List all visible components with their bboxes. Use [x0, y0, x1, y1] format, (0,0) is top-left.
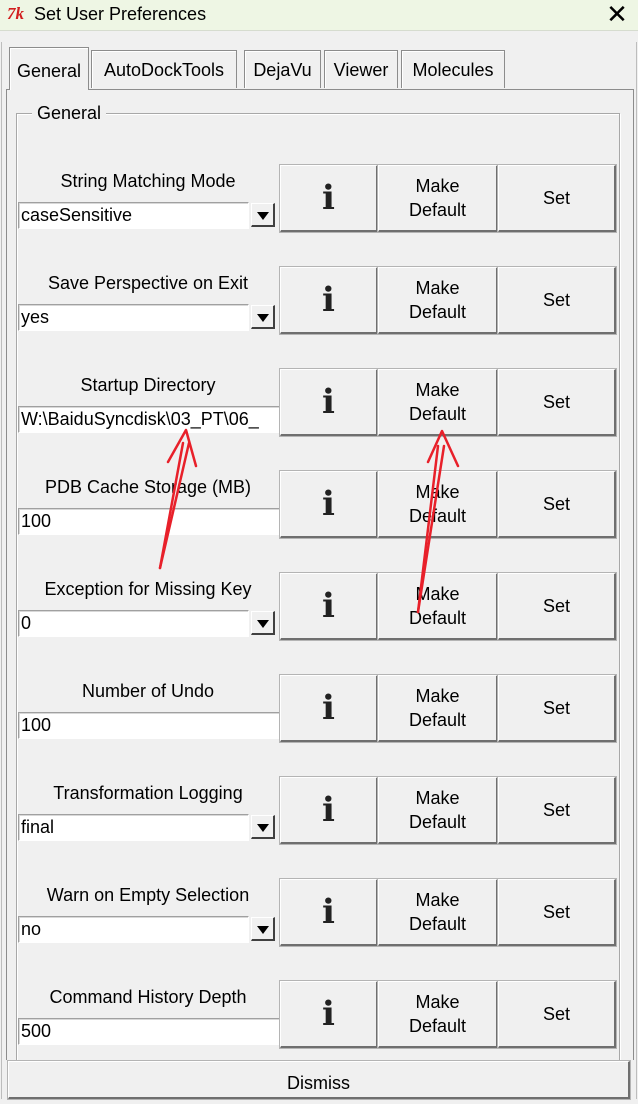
info-icon: i	[322, 790, 335, 830]
dropdown-button[interactable]	[251, 815, 275, 839]
info-icon: i	[322, 994, 335, 1034]
pref-label: Warn on Empty Selection	[46, 885, 250, 905]
pref-value-combo[interactable]: no	[18, 916, 249, 943]
dropdown-button[interactable]	[251, 203, 275, 227]
info-button[interactable]: i	[279, 674, 379, 743]
pref-value-entry[interactable]: 500	[18, 1018, 280, 1045]
info-button[interactable]: i	[279, 878, 379, 947]
tab-dejavu[interactable]: DejaVu	[244, 50, 321, 88]
chevron-down-icon	[257, 824, 269, 832]
set-button[interactable]: Set	[497, 878, 617, 947]
make-default-button[interactable]: Make Default	[377, 980, 499, 1049]
make-default-button[interactable]: Make Default	[377, 572, 499, 641]
set-button[interactable]: Set	[497, 164, 617, 233]
info-button[interactable]: i	[279, 266, 379, 335]
info-button[interactable]: i	[279, 470, 379, 539]
pref-value-combo[interactable]: caseSensitive	[18, 202, 249, 229]
title-bar: 7k Set User Preferences ✕	[0, 0, 638, 31]
pref-label: PDB Cache Storage (MB)	[44, 477, 252, 497]
close-icon[interactable]: ✕	[596, 0, 638, 30]
make-default-button[interactable]: Make Default	[377, 674, 499, 743]
info-button[interactable]: i	[279, 572, 379, 641]
pref-value-entry[interactable]: W:\BaiduSyncdisk\03_PT\06_	[18, 406, 280, 433]
group-label: General	[32, 103, 107, 124]
pref-label: Save Perspective on Exit	[47, 273, 249, 293]
pref-value-combo[interactable]: final	[18, 814, 249, 841]
info-icon: i	[322, 280, 335, 320]
chevron-down-icon	[257, 212, 269, 220]
info-icon: i	[322, 382, 335, 422]
info-icon: i	[322, 178, 335, 218]
make-default-button[interactable]: Make Default	[377, 776, 499, 845]
make-default-button[interactable]: Make Default	[377, 266, 499, 335]
pref-value-entry[interactable]: 100	[18, 712, 280, 739]
tab-viewer[interactable]: Viewer	[324, 50, 398, 88]
dropdown-button[interactable]	[251, 917, 275, 941]
info-icon: i	[322, 484, 335, 524]
pref-label: Transformation Logging	[53, 783, 243, 803]
info-icon: i	[322, 688, 335, 728]
set-button[interactable]: Set	[497, 674, 617, 743]
make-default-button[interactable]: Make Default	[377, 368, 499, 437]
tab-molecules[interactable]: Molecules	[401, 50, 505, 88]
set-button[interactable]: Set	[497, 980, 617, 1049]
tab-autodocktools[interactable]: AutoDockTools	[91, 50, 237, 88]
chevron-down-icon	[257, 926, 269, 934]
chevron-down-icon	[257, 314, 269, 322]
pref-label: Startup Directory	[80, 375, 216, 395]
pref-value-entry[interactable]: 100	[18, 508, 280, 535]
info-button[interactable]: i	[279, 980, 379, 1049]
pref-label: Command History Depth	[49, 987, 247, 1007]
pref-label: String Matching Mode	[60, 171, 236, 191]
info-button[interactable]: i	[279, 368, 379, 437]
pref-label: Number of Undo	[81, 681, 215, 701]
pref-label: Exception for Missing Key	[44, 579, 252, 599]
set-button[interactable]: Set	[497, 776, 617, 845]
info-button[interactable]: i	[279, 776, 379, 845]
pref-value-combo[interactable]: 0	[18, 610, 249, 637]
set-button[interactable]: Set	[497, 266, 617, 335]
set-button[interactable]: Set	[497, 470, 617, 539]
info-icon: i	[322, 892, 335, 932]
window-title: Set User Preferences	[34, 4, 207, 24]
dropdown-button[interactable]	[251, 611, 275, 635]
set-button[interactable]: Set	[497, 368, 617, 437]
chevron-down-icon	[257, 620, 269, 628]
dismiss-button[interactable]: Dismiss	[7, 1060, 631, 1100]
tab-general[interactable]: General	[9, 47, 89, 90]
make-default-button[interactable]: Make Default	[377, 470, 499, 539]
pref-value-combo[interactable]: yes	[18, 304, 249, 331]
info-icon: i	[322, 586, 335, 626]
dropdown-button[interactable]	[251, 305, 275, 329]
tk-app-icon: 7k	[7, 4, 24, 23]
make-default-button[interactable]: Make Default	[377, 878, 499, 947]
make-default-button[interactable]: Make Default	[377, 164, 499, 233]
info-button[interactable]: i	[279, 164, 379, 233]
set-button[interactable]: Set	[497, 572, 617, 641]
